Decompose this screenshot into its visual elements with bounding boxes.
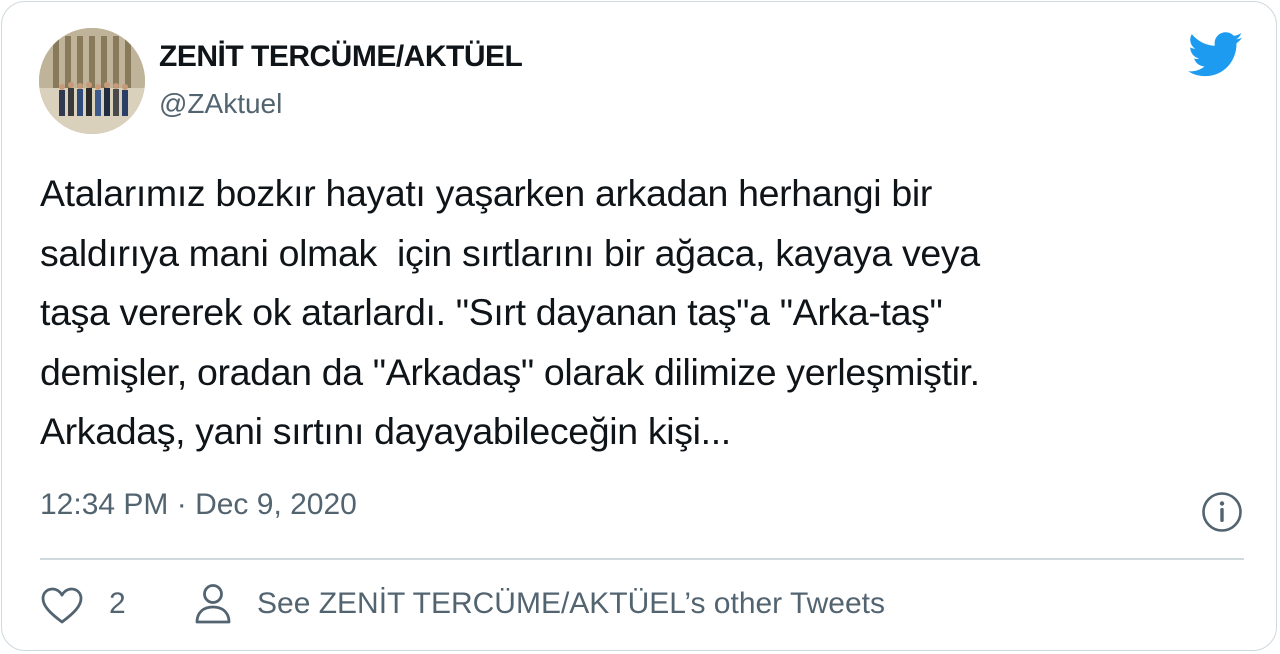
group-photo-avatar-icon [39,28,145,134]
tweet-text-line: taşa vererek ok atarlardı. "Sırt dayanan… [40,291,943,333]
tweet-text-line: Atalarımız bozkır hayatı yaşarken arkada… [40,172,932,214]
tweet-text: Atalarımız bozkır hayatı yaşarken arkada… [40,164,1240,462]
tweet-text-line: Arkadaş, yani sırtını dayayabileceğin ki… [40,410,731,452]
author-handle[interactable]: @ZAktuel [159,88,282,120]
author-avatar[interactable] [39,28,145,134]
like-count[interactable]: 2 [109,587,126,621]
author-name[interactable]: ZENİT TERCÜME/AKTÜEL [159,40,523,74]
info-icon[interactable] [1200,490,1244,534]
twitter-bird-icon[interactable] [1188,32,1244,78]
tweet-text-line: saldırıya mani olmak için sırtlarını bir… [40,231,980,274]
tweet-text-line: demişler, oradan da "Arkadaş" olarak dil… [40,350,980,393]
tweet-timestamp[interactable]: 12:34 PM · Dec 9, 2020 [40,488,357,522]
divider [40,558,1244,560]
see-other-tweets-link[interactable]: See ZENİT TERCÜME/AKTÜEL’s other Tweets [257,587,885,621]
tweet-card[interactable]: ZENİT TERCÜME/AKTÜEL @ZAktuel Atalarımız… [1,1,1277,651]
person-icon[interactable] [193,582,233,626]
heart-icon[interactable] [40,586,84,626]
